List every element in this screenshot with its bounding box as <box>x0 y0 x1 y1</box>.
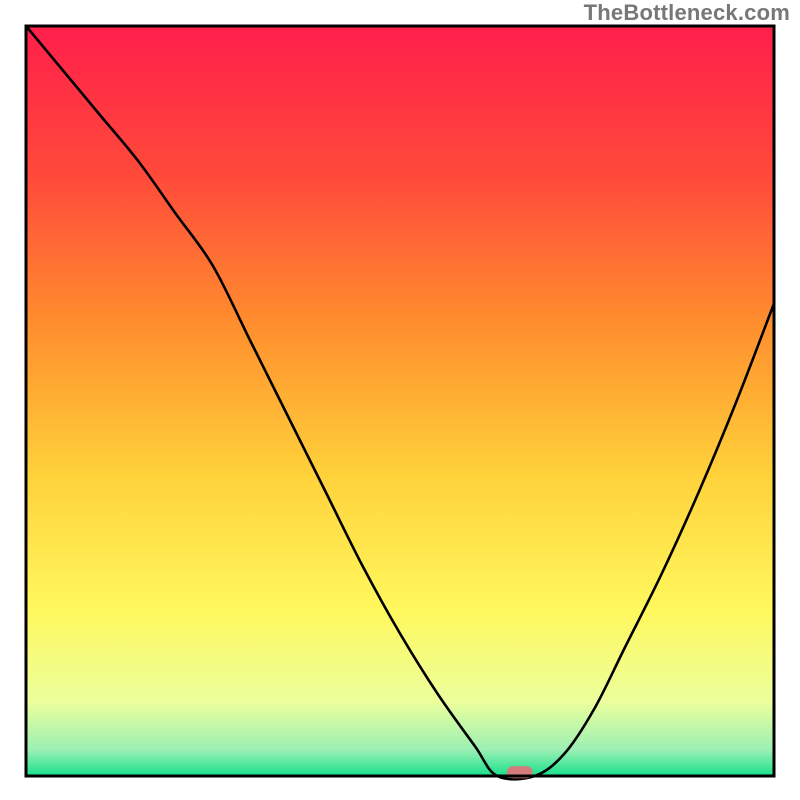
watermark-text: TheBottleneck.com <box>584 0 790 26</box>
bottleneck-chart <box>0 0 800 800</box>
plot-background <box>26 26 774 776</box>
